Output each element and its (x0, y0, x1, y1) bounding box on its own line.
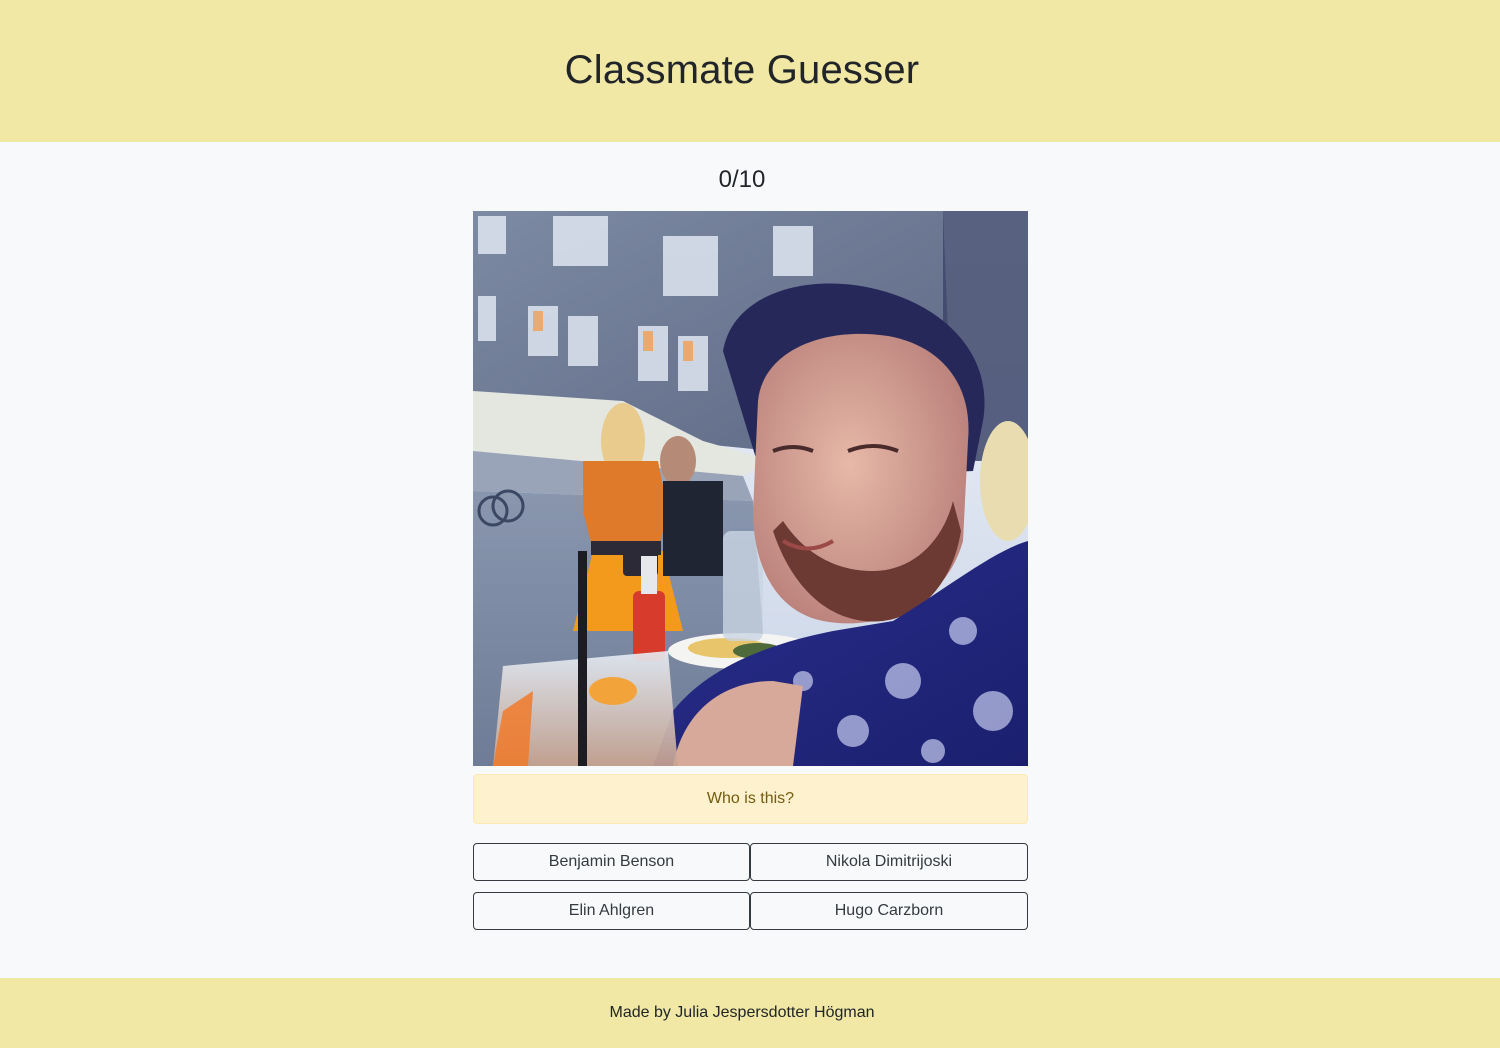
page-title: Classmate Guesser (564, 47, 920, 92)
classmate-photo (473, 211, 1028, 766)
answer-option-nikola-dimitrijoski[interactable]: Nikola Dimitrijoski (750, 843, 1028, 881)
answer-option-benjamin-benson[interactable]: Benjamin Benson (473, 843, 750, 881)
footer-credit: Made by Julia Jespersdotter Högman (609, 1004, 875, 1021)
site-header: Classmate Guesser (0, 0, 1500, 142)
answer-option-hugo-carzborn[interactable]: Hugo Carzborn (750, 892, 1028, 930)
answer-options: Benjamin Benson Nikola Dimitrijoski Elin… (473, 843, 1028, 930)
site-footer: Made by Julia Jespersdotter Högman (0, 978, 1500, 1048)
score-counter: 0/10 (718, 166, 766, 193)
question-prompt: Who is this? (473, 774, 1028, 824)
answer-option-elin-ahlgren[interactable]: Elin Ahlgren (473, 892, 750, 930)
